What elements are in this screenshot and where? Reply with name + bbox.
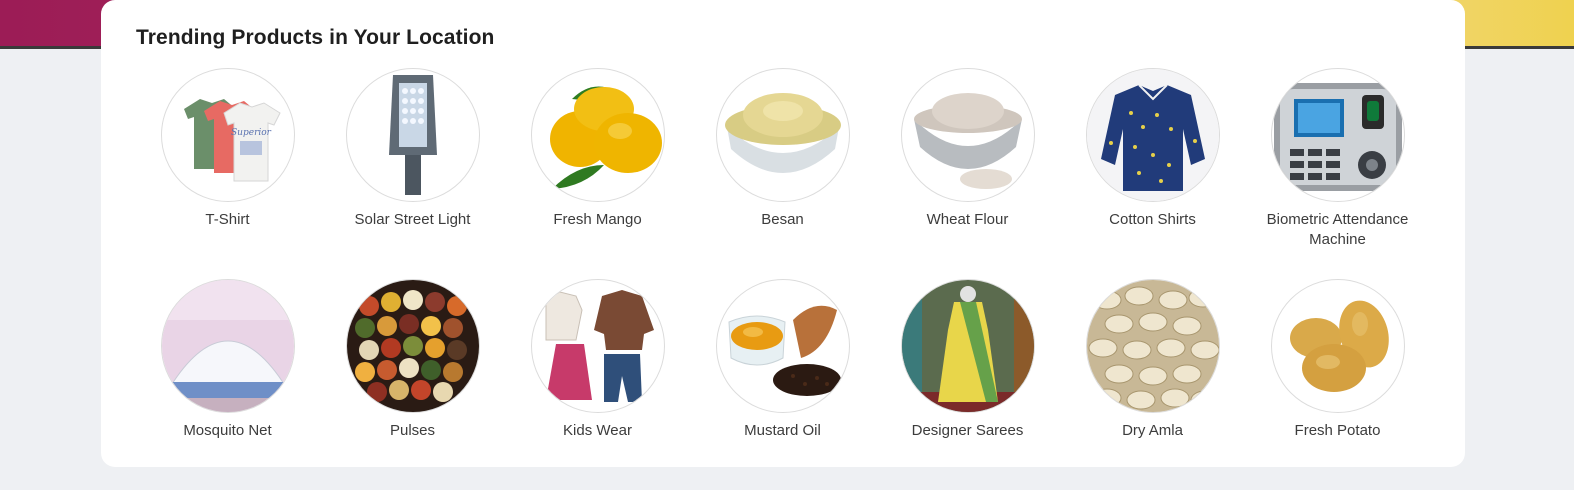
flour-bowl-icon [715,68,850,202]
tshirt-icon: Superior [160,68,295,202]
product-label: Besan [761,211,804,228]
kids-clothes-icon [530,279,665,413]
street-light-icon [345,68,480,202]
product-label: Wheat Flour [926,211,1009,228]
shirt-icon [1085,68,1220,202]
product-label: Mustard Oil [744,422,821,439]
svg-text:Superior: Superior [231,128,272,138]
product-kids-wear[interactable]: Kids Wear [505,279,690,490]
product-dry-amla[interactable]: Dry Amla [1060,279,1245,490]
product-mustard-oil[interactable]: Mustard Oil [690,279,875,490]
product-label: Dry Amla [1122,422,1183,439]
biometric-device-icon [1270,68,1405,202]
product-label: T-Shirt [205,211,250,228]
product-biometric-attendance-machine[interactable]: Biometric Attendance Machine [1245,68,1430,279]
product-label: Cotton Shirts [1109,211,1196,228]
product-grid: Superior T-Shirt Solar Street Light Fres… [135,68,1430,490]
mango-icon [530,68,665,202]
saree-icon [900,279,1035,413]
product-label: Solar Street Light [354,211,471,228]
product-label: Fresh Mango [553,211,642,228]
product-label: Pulses [389,422,436,439]
mosquito-net-icon [160,279,295,413]
section-title: Trending Products in Your Location [136,26,495,49]
product-label: Kids Wear [563,422,632,439]
potato-icon [1270,279,1405,413]
product-fresh-potato[interactable]: Fresh Potato [1245,279,1430,490]
trending-products-card: Trending Products in Your Location Super… [101,0,1465,467]
pulses-icon [345,279,480,413]
product-solar-street-light[interactable]: Solar Street Light [320,68,505,279]
oil-bowl-icon [715,279,850,413]
product-label: Biometric Attendance Machine [1266,211,1409,248]
product-designer-sarees[interactable]: Designer Sarees [875,279,1060,490]
product-label: Fresh Potato [1294,422,1381,439]
product-pulses[interactable]: Pulses [320,279,505,490]
dry-amla-icon [1085,279,1220,413]
product-mosquito-net[interactable]: Mosquito Net [135,279,320,490]
product-fresh-mango[interactable]: Fresh Mango [505,68,690,279]
product-label: Mosquito Net [183,422,272,439]
product-cotton-shirts[interactable]: Cotton Shirts [1060,68,1245,279]
product-label: Designer Sarees [911,422,1024,439]
product-tshirt[interactable]: Superior T-Shirt [135,68,320,279]
product-besan[interactable]: Besan [690,68,875,279]
product-wheat-flour[interactable]: Wheat Flour [875,68,1060,279]
flour-steel-bowl-icon [900,68,1035,202]
